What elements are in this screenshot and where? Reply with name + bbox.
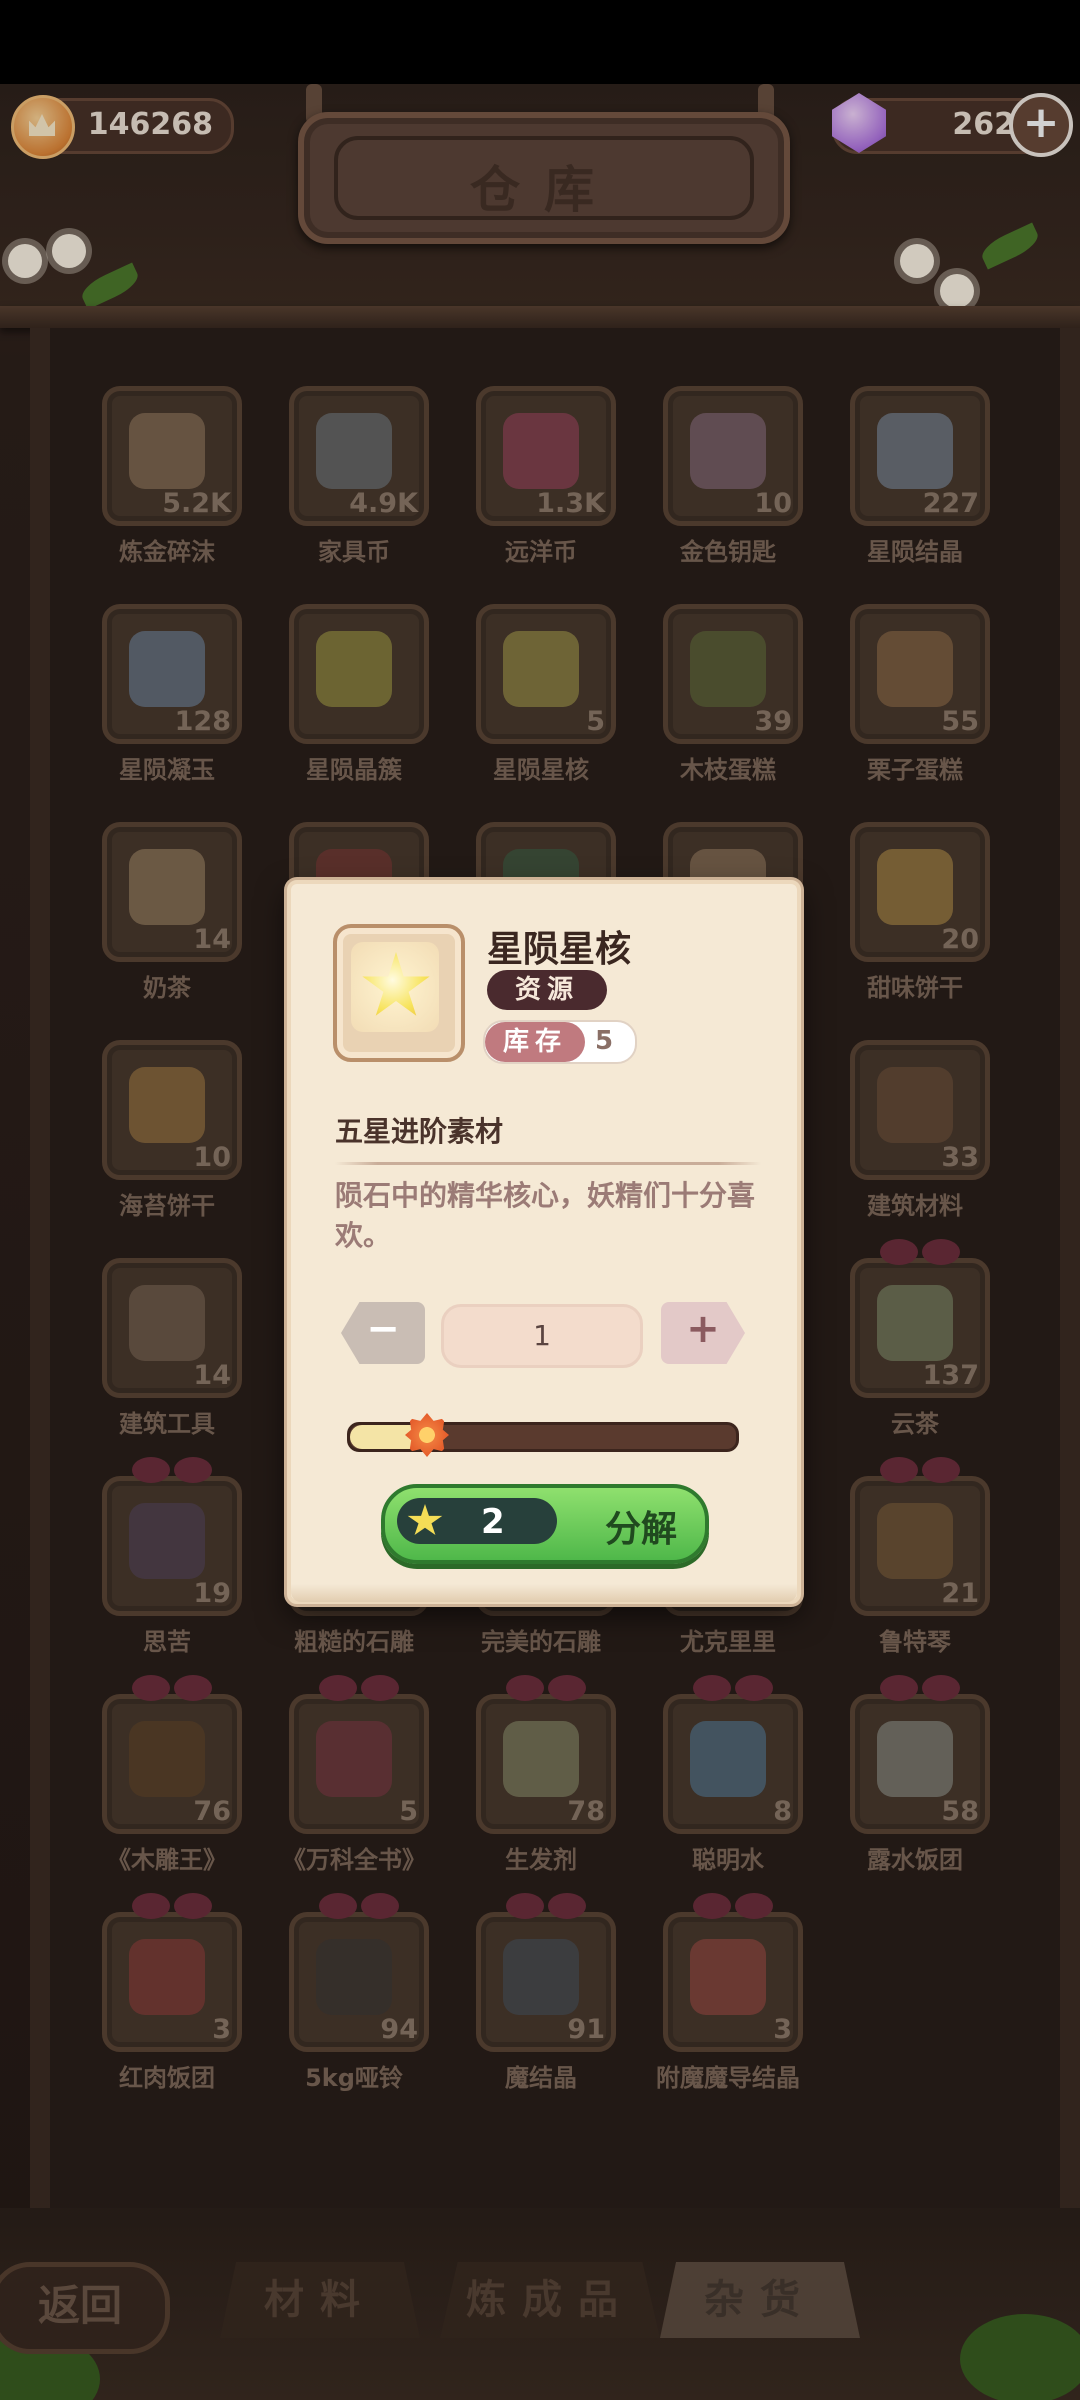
star-currency-icon (407, 1504, 443, 1535)
stock-label: 库存 (485, 1022, 585, 1062)
stock-value: 5 (595, 1026, 614, 1056)
decompose-button[interactable]: 2 分解 (381, 1484, 709, 1564)
item-subtitle: 五星进阶素材 (335, 1115, 504, 1148)
star-core-icon (362, 952, 430, 1016)
plus-icon: + (686, 1306, 720, 1352)
divider (335, 1162, 761, 1165)
decrease-quantity-button[interactable]: − (341, 1302, 425, 1364)
item-title: 星陨星核 (487, 929, 632, 970)
stock-badge: 库存 5 (483, 1020, 637, 1064)
slider-flower-handle[interactable] (405, 1413, 449, 1457)
quantity-field[interactable]: 1 (441, 1304, 643, 1368)
item-detail-popup: 星陨星核 资源 库存 5 五星进阶素材 陨石中的精华核心，妖精们十分喜欢。 − … (287, 880, 801, 1604)
quantity-slider[interactable] (347, 1422, 739, 1452)
increase-quantity-button[interactable]: + (661, 1302, 745, 1364)
item-icon-frame (333, 924, 465, 1062)
item-description: 陨石中的精华核心，妖精们十分喜欢。 (335, 1179, 756, 1252)
cost-value: 2 (481, 1502, 505, 1542)
status-bar (0, 0, 1080, 84)
cost-pill: 2 (397, 1498, 557, 1544)
minus-icon: − (366, 1306, 400, 1352)
decompose-label: 分解 (604, 1509, 677, 1550)
item-type-badge: 资源 (487, 970, 607, 1010)
